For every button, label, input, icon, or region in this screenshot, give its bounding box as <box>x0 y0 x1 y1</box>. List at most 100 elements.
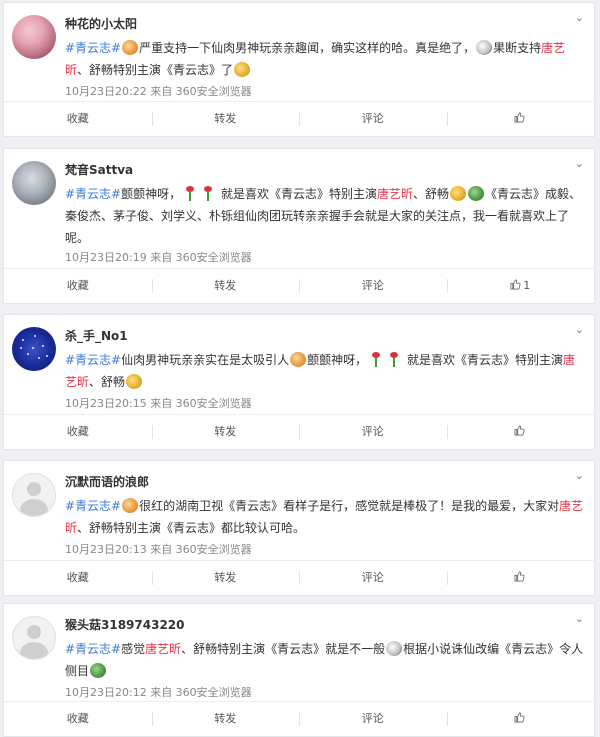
green-emoticon-icon <box>468 186 484 201</box>
hashtag-link[interactable]: #青云志# <box>65 499 121 513</box>
post-text-segment: 感觉 <box>121 642 146 656</box>
post-meta: 10月23日20:19 来自 360安全浏览器 <box>65 251 252 264</box>
favorite-button[interactable]: 收藏 <box>4 702 152 736</box>
avatar[interactable] <box>12 327 56 371</box>
comment-label: 评论 <box>361 112 384 125</box>
hashtag-link[interactable]: #青云志# <box>65 41 121 55</box>
thumbs-up-icon <box>514 712 525 723</box>
hashtag-link[interactable]: #青云志# <box>65 187 121 201</box>
post-text-segment: 、舒畅 <box>412 187 449 201</box>
flower-icon <box>387 352 401 367</box>
post-text-segment: 、舒畅特别主演《青云志》都比较认可哈。 <box>77 521 306 535</box>
username[interactable]: 杀_手_No1 <box>65 327 128 344</box>
post-card: 梵音Sattva ⌄ #青云志#颤颤神呀， 就是喜欢《青云志》特别主演唐艺昕、舒… <box>3 148 595 304</box>
panda-emoticon-icon <box>386 641 403 656</box>
favorite-label: 收藏 <box>66 279 89 292</box>
avatar[interactable] <box>12 473 56 517</box>
avatar[interactable] <box>12 616 56 660</box>
username[interactable]: 梵音Sattva <box>65 161 133 178</box>
action-bar: 收藏 转发 评论 <box>4 101 594 136</box>
repost-label: 转发 <box>214 571 237 584</box>
laughing-emoticon-icon <box>234 62 251 77</box>
username[interactable]: 沉默而语的浪郎 <box>65 473 149 490</box>
like-button[interactable]: 1 <box>446 269 595 303</box>
repost-label: 转发 <box>214 279 237 292</box>
post-meta: 10月23日20:15 来自 360安全浏览器 <box>65 397 252 410</box>
post-text-segment: 很红的湖南卫视《青云志》看样子是行，感觉就是棒极了！是我的最爱，大家对 <box>139 499 560 513</box>
post-text-segment: 、舒畅特别主演《青云志》就是不一般 <box>181 642 386 656</box>
repost-button[interactable]: 转发 <box>151 102 300 136</box>
comment-button[interactable]: 评论 <box>299 415 447 449</box>
post-text-segment: 就是喜欢《青云志》特别主演 <box>217 187 377 201</box>
repost-button[interactable]: 转发 <box>151 561 300 595</box>
chevron-down-icon[interactable]: ⌄ <box>575 469 584 482</box>
repost-button[interactable]: 转发 <box>151 269 300 303</box>
post-text: #青云志#颤颤神呀， 就是喜欢《青云志》特别主演唐艺昕、舒畅 《青云志》成毅、秦俊… <box>65 183 585 249</box>
post-text: #青云志# 严重支持一下仙肉男神玩亲亲趣闻，确实这样的哈。真是绝了， 果断支持唐艺昕… <box>65 37 585 81</box>
comment-label: 评论 <box>361 712 384 725</box>
thumbs-up-icon <box>514 425 525 436</box>
comment-button[interactable]: 评论 <box>299 102 447 136</box>
monkey-emoticon-icon <box>122 498 139 513</box>
favorite-label: 收藏 <box>66 571 89 584</box>
post-card: 杀_手_No1 ⌄ #青云志#仙肉男神玩亲亲实在是太吸引人 颤颤神呀， 就是喜欢《… <box>3 314 595 450</box>
like-button[interactable] <box>446 561 595 595</box>
avatar[interactable] <box>12 15 56 59</box>
action-bar: 收藏 转发 评论 <box>4 701 594 736</box>
laughing-emoticon-icon <box>126 374 143 389</box>
favorite-button[interactable]: 收藏 <box>4 102 152 136</box>
laughing-emoticon-icon <box>450 186 466 201</box>
post-meta: 10月23日20:13 来自 360安全浏览器 <box>65 543 252 556</box>
post-card: 种花的小太阳 ⌄ #青云志# 严重支持一下仙肉男神玩亲亲趣闻，确实这样的哈。真是绝… <box>3 2 595 137</box>
avatar[interactable] <box>12 161 56 205</box>
post-text-segment: 仙肉男神玩亲亲实在是太吸引人 <box>121 353 290 367</box>
monkey-emoticon-icon <box>122 40 139 55</box>
post-text-segment: 就是喜欢《青云志》特别主演 <box>403 353 563 367</box>
post-card: 猴头菇3189743220 ⌄ #青云志#感觉唐艺昕、舒畅特别主演《青云志》就是… <box>3 603 595 737</box>
repost-button[interactable]: 转发 <box>151 415 300 449</box>
comment-button[interactable]: 评论 <box>299 702 447 736</box>
comment-button[interactable]: 评论 <box>299 269 447 303</box>
post-text: #青云志#仙肉男神玩亲亲实在是太吸引人 颤颤神呀， 就是喜欢《青云志》特别主演唐艺… <box>65 349 585 393</box>
highlighted-name[interactable]: 唐艺昕 <box>377 187 413 201</box>
like-button[interactable] <box>446 415 595 449</box>
favorite-label: 收藏 <box>66 425 89 438</box>
post-meta: 10月23日20:22 来自 360安全浏览器 <box>65 85 252 98</box>
thumbs-up-icon <box>514 571 525 582</box>
post-text-segment: 、舒畅 <box>89 375 126 389</box>
comment-button[interactable]: 评论 <box>299 561 447 595</box>
username[interactable]: 猴头菇3189743220 <box>65 616 185 633</box>
thumbs-up-icon <box>514 112 525 123</box>
favorite-button[interactable]: 收藏 <box>4 269 152 303</box>
like-button[interactable] <box>446 102 595 136</box>
flower-icon <box>369 352 383 367</box>
comment-label: 评论 <box>361 571 384 584</box>
comment-label: 评论 <box>361 425 384 438</box>
hashtag-link[interactable]: #青云志# <box>65 353 121 367</box>
post-text-segment: 颤颤神呀， <box>121 187 182 201</box>
username[interactable]: 种花的小太阳 <box>65 15 137 32</box>
chevron-down-icon[interactable]: ⌄ <box>575 11 584 24</box>
action-bar: 收藏 转发 评论 1 <box>4 268 594 303</box>
favorite-button[interactable]: 收藏 <box>4 415 152 449</box>
highlighted-name[interactable]: 唐艺昕 <box>145 642 181 656</box>
repost-label: 转发 <box>214 112 237 125</box>
post-meta: 10月23日20:12 来自 360安全浏览器 <box>65 686 252 699</box>
chevron-down-icon[interactable]: ⌄ <box>575 323 584 336</box>
repost-label: 转发 <box>214 712 237 725</box>
post-card: 沉默而语的浪郎 ⌄ #青云志# 很红的湖南卫视《青云志》看样子是行，感觉就是棒极了… <box>3 460 595 596</box>
hashtag-link[interactable]: #青云志# <box>65 642 121 656</box>
favorite-label: 收藏 <box>66 112 89 125</box>
comment-label: 评论 <box>361 279 384 292</box>
favorite-label: 收藏 <box>66 712 89 725</box>
post-text: #青云志#感觉唐艺昕、舒畅特别主演《青云志》就是不一般 根据小说诛仙改编《青云志》… <box>65 638 585 682</box>
repost-button[interactable]: 转发 <box>151 702 300 736</box>
chevron-down-icon[interactable]: ⌄ <box>575 157 584 170</box>
weibo-feed: 种花的小太阳 ⌄ #青云志# 严重支持一下仙肉男神玩亲亲趣闻，确实这样的哈。真是绝… <box>0 0 600 737</box>
favorite-button[interactable]: 收藏 <box>4 561 152 595</box>
flower-icon <box>201 186 215 201</box>
like-button[interactable] <box>446 702 595 736</box>
chevron-down-icon[interactable]: ⌄ <box>575 612 584 625</box>
like-count: 1 <box>523 279 531 292</box>
post-text-segment: 、舒畅特别主演《青云志》了 <box>77 63 234 77</box>
